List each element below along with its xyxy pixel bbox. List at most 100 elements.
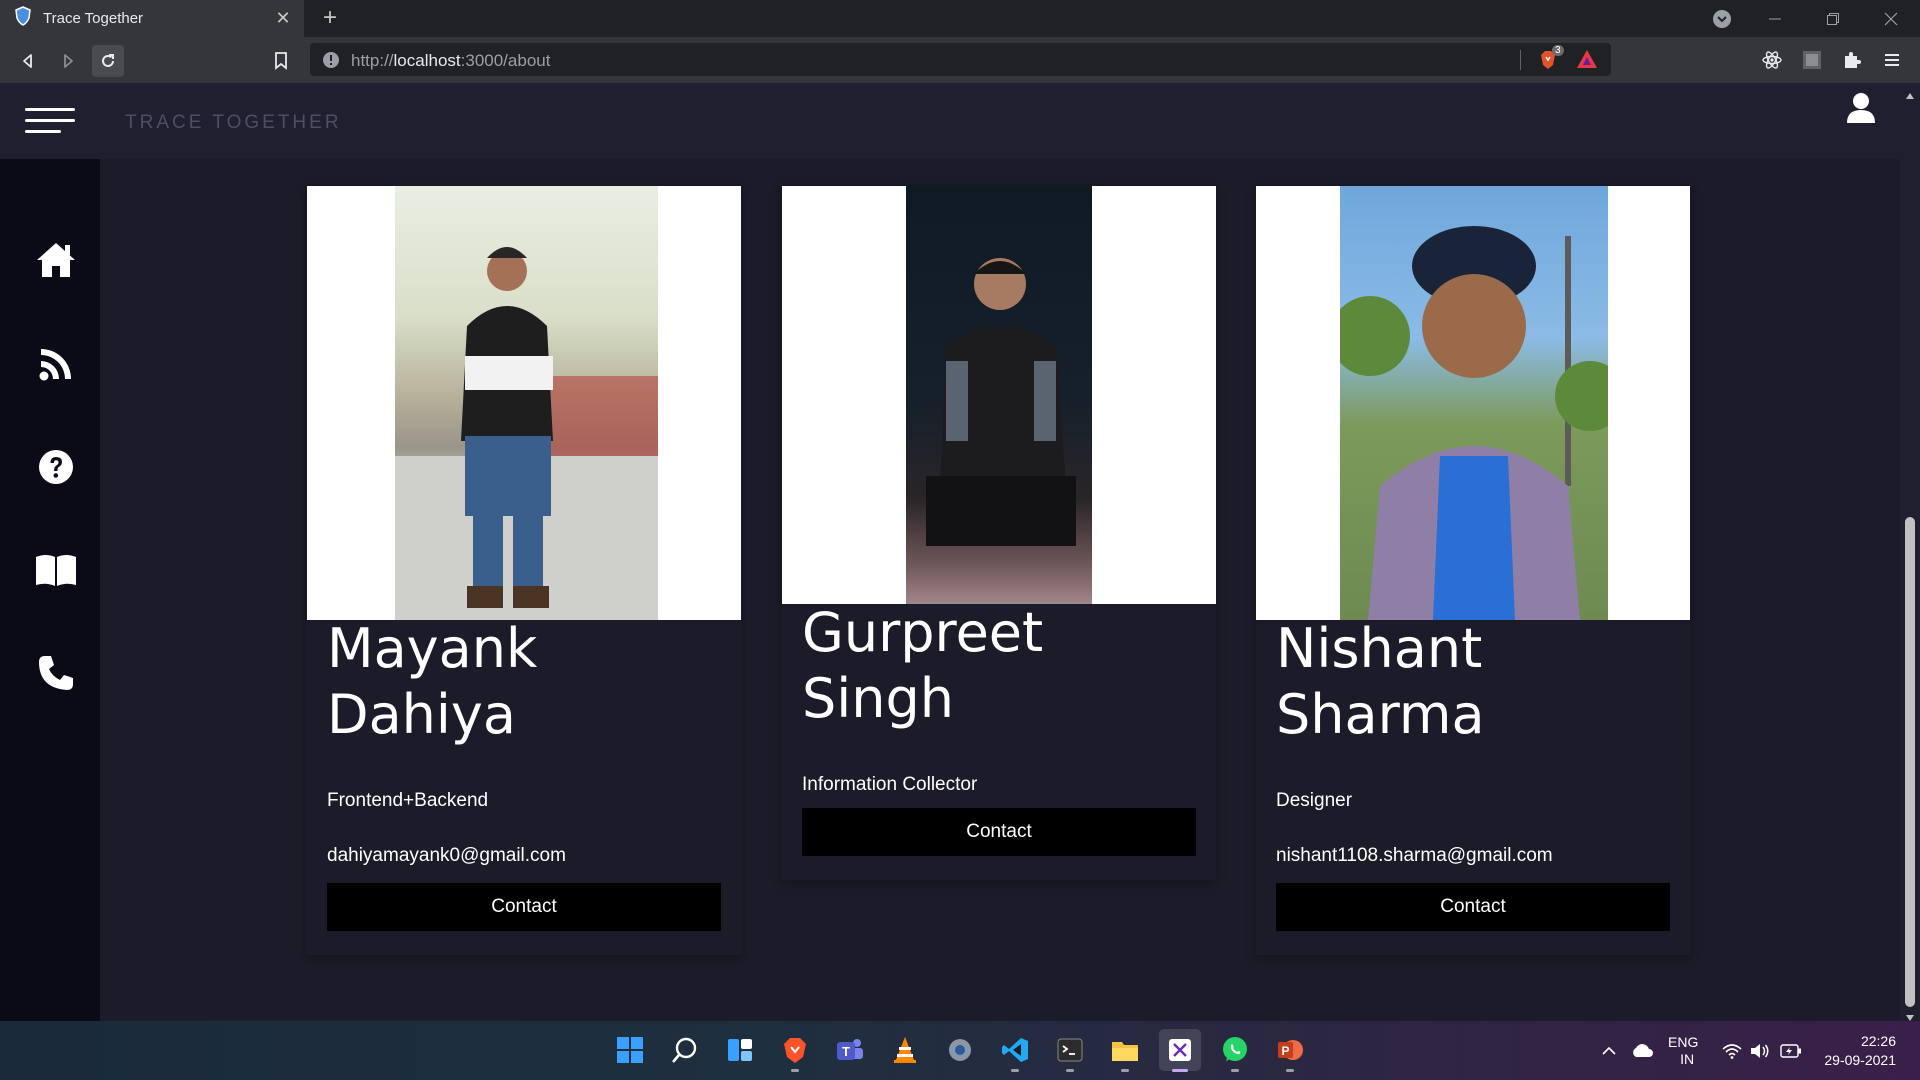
windows-start-icon	[617, 1037, 643, 1063]
back-arrow-icon	[23, 54, 32, 68]
taskbar-settings-app[interactable]	[939, 1029, 981, 1071]
show-hidden-icons-chevron-icon[interactable]	[1601, 1021, 1617, 1080]
close-window-button[interactable]	[1884, 0, 1898, 37]
shields-count-badge: 3	[1552, 45, 1564, 56]
language-indicator[interactable]: ENG IN	[1668, 1021, 1698, 1080]
extensions-puzzle-icon[interactable]	[1840, 48, 1864, 72]
member-name: Nishant Sharma	[1276, 617, 1485, 746]
whatsapp-icon	[1223, 1037, 1247, 1061]
browser-toolbar: http://localhost:3000/about 3	[0, 37, 1920, 83]
member-role: Frontend+Backend	[327, 790, 489, 811]
file-explorer-icon	[1112, 1042, 1138, 1061]
team-member-card: Mayank Dahiya Frontend+Backend dahiyamay…	[307, 186, 741, 955]
app-header: TRACE TOGETHER	[0, 83, 1900, 159]
language-code: ENG	[1668, 1033, 1699, 1050]
widgets-button[interactable]	[719, 1029, 761, 1071]
scroll-thumb[interactable]	[1905, 517, 1915, 1007]
home-icon[interactable]	[30, 234, 82, 286]
tab-search-button[interactable]	[1712, 0, 1732, 37]
member-photo	[307, 186, 741, 620]
teams-icon: T	[837, 1039, 863, 1060]
vscode-icon	[1002, 1038, 1028, 1062]
tab-close-icon[interactable]: ✕	[274, 8, 292, 29]
team-member-card: Nishant Sharma Designer nishant1108.shar…	[1256, 186, 1690, 955]
widgets-icon	[728, 1039, 752, 1061]
svg-text:P: P	[1281, 1044, 1289, 1058]
volume-icon[interactable]	[1750, 1021, 1770, 1080]
region-code: IN	[1680, 1050, 1695, 1067]
battery-charging-icon[interactable]	[1780, 1021, 1802, 1080]
back-button[interactable]	[12, 45, 44, 77]
wifi-icon[interactable]	[1722, 1021, 1742, 1080]
taskbar-vlc-app[interactable]	[884, 1029, 926, 1071]
rss-feed-icon[interactable]	[30, 338, 82, 390]
page-scrollbar[interactable]	[1900, 83, 1920, 1021]
minimize-button[interactable]	[1768, 0, 1782, 37]
taskbar-teams-app[interactable]: T	[829, 1029, 871, 1071]
user-profile-icon[interactable]	[1843, 90, 1879, 126]
atom-extension-icon[interactable]	[1760, 48, 1784, 72]
member-email: dahiyamayank0@gmail.com	[327, 845, 566, 866]
tab-title: Trace Together	[43, 10, 144, 27]
book-icon[interactable]	[30, 544, 82, 596]
member-name: Gurpreet Singh	[802, 601, 1044, 730]
taskbar-vscode-app[interactable]	[994, 1029, 1036, 1072]
browser-tab-strip: Trace Together ✕ +	[0, 0, 1920, 37]
taskbar-powerpoint-app[interactable]: P	[1269, 1029, 1311, 1072]
restore-button[interactable]	[1826, 0, 1840, 37]
scroll-up-arrow-icon[interactable]	[1905, 87, 1915, 105]
bookmark-button[interactable]	[265, 45, 297, 77]
member-role: Information Collector	[802, 774, 978, 795]
site-info-icon[interactable]	[322, 51, 340, 74]
team-member-card: Gurpreet Singh Information Collector Con…	[782, 186, 1216, 880]
start-button[interactable]	[609, 1029, 651, 1071]
taskbar-file-explorer-app[interactable]	[1104, 1029, 1146, 1072]
browser-tab[interactable]: Trace Together ✕	[0, 0, 304, 37]
clock-time: 22:26	[1860, 1032, 1896, 1049]
brave-shield-favicon-icon	[14, 6, 32, 31]
member-photo	[782, 186, 1216, 604]
svg-text:T: T	[842, 1044, 850, 1059]
taskbar-terminal-app[interactable]	[1049, 1029, 1091, 1072]
phone-icon[interactable]	[30, 647, 82, 699]
contact-button[interactable]: Contact	[1276, 883, 1670, 931]
tab-search-icon	[1713, 9, 1731, 28]
contact-button[interactable]: Contact	[802, 808, 1196, 856]
member-role: Designer	[1276, 790, 1353, 811]
url-text: http://localhost:3000/about	[351, 51, 551, 70]
terminal-icon	[1057, 1038, 1083, 1062]
member-email: nishant1108.sharma@gmail.com	[1276, 845, 1553, 866]
taskbar-whatsapp-app[interactable]	[1214, 1029, 1256, 1072]
taskbar-snipping-tool-app[interactable]	[1159, 1029, 1201, 1072]
forward-arrow-icon	[64, 54, 73, 68]
bookmark-icon	[275, 52, 287, 70]
search-button[interactable]	[664, 1029, 706, 1071]
onedrive-cloud-icon[interactable]	[1630, 1021, 1654, 1080]
browser-menu-icon[interactable]	[1880, 48, 1904, 72]
close-icon	[1884, 12, 1898, 25]
snipping-tool-icon	[1169, 1039, 1191, 1061]
minimize-icon	[1769, 18, 1781, 19]
powerpoint-icon: P	[1278, 1040, 1303, 1060]
screenshot-extension-icon[interactable]	[1800, 48, 1824, 72]
brave-browser-icon	[784, 1038, 806, 1063]
windows-taskbar: T P ENG IN 22:26 29-09-2021	[0, 1021, 1920, 1080]
clock[interactable]: 22:26 29-09-2021	[1820, 1021, 1896, 1080]
address-divider	[1520, 50, 1521, 70]
contact-button[interactable]: Contact	[327, 883, 721, 931]
member-name: Mayank Dahiya	[327, 617, 538, 746]
hamburger-menu-icon[interactable]	[25, 104, 75, 138]
vlc-icon	[894, 1037, 916, 1063]
member-photo	[1256, 186, 1690, 620]
brave-rewards-icon[interactable]	[1576, 49, 1598, 74]
new-tab-button[interactable]: +	[316, 4, 344, 32]
settings-gear-icon	[949, 1039, 971, 1061]
address-bar[interactable]: http://localhost:3000/about 3	[310, 43, 1611, 76]
sidebar-nav	[0, 159, 100, 1021]
forward-button[interactable]	[52, 45, 84, 77]
reload-button[interactable]	[92, 45, 124, 77]
help-icon[interactable]	[30, 441, 82, 493]
taskbar-brave-app[interactable]	[774, 1029, 816, 1072]
restore-icon	[1827, 12, 1839, 25]
search-icon	[672, 1037, 697, 1063]
